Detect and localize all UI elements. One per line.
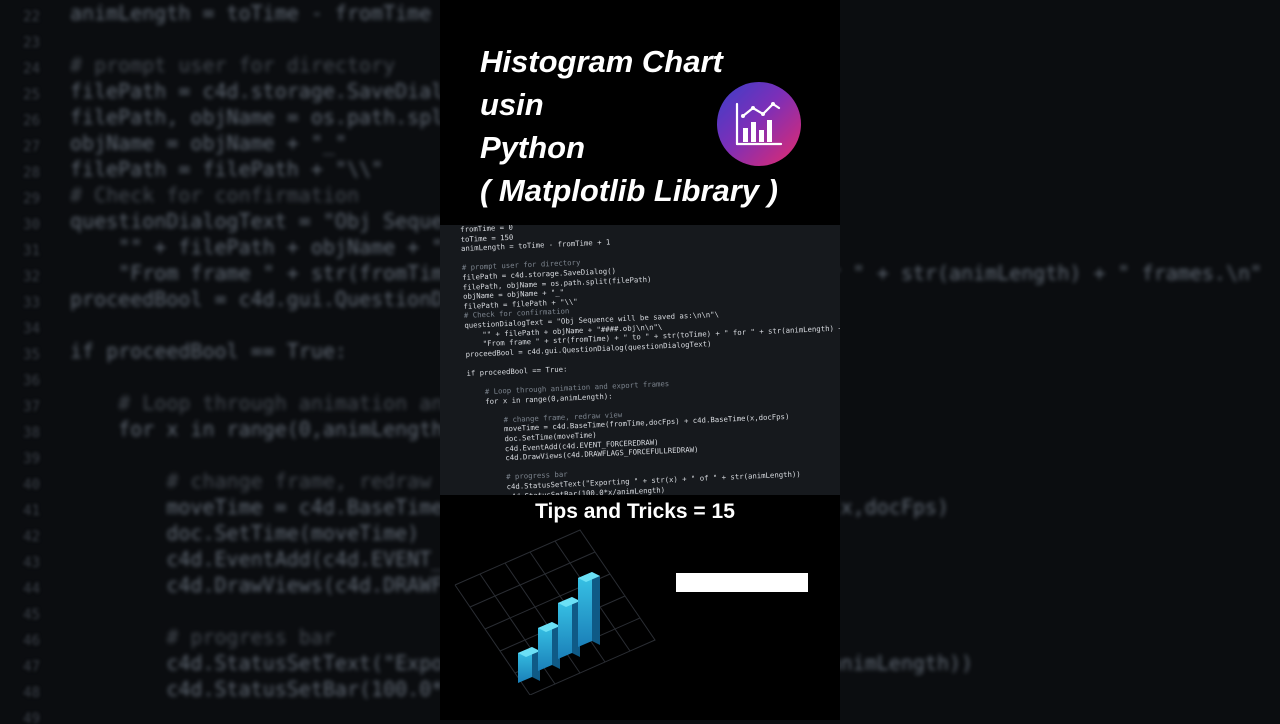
title-line-1: Histogram Chart <box>480 44 723 79</box>
isometric-bar-chart-graphic <box>454 529 656 695</box>
title-line-4: ( Matplotlib Library ) <box>480 173 778 208</box>
code-screenshot: fromTime = 0 toTime = 150 animLength = toT… <box>440 225 840 495</box>
white-placeholder-bar <box>676 573 808 592</box>
bar-chart-icon <box>717 82 801 166</box>
iso-bars <box>518 572 600 683</box>
code-screenshot-text: fromTime = 0 toTime = 150 animLength = toT… <box>460 225 840 495</box>
tips-caption: Tips and Tricks = 15 <box>535 500 735 523</box>
short-video-frame: Histogram Chart usin Python ( Matplotlib… <box>440 0 840 720</box>
